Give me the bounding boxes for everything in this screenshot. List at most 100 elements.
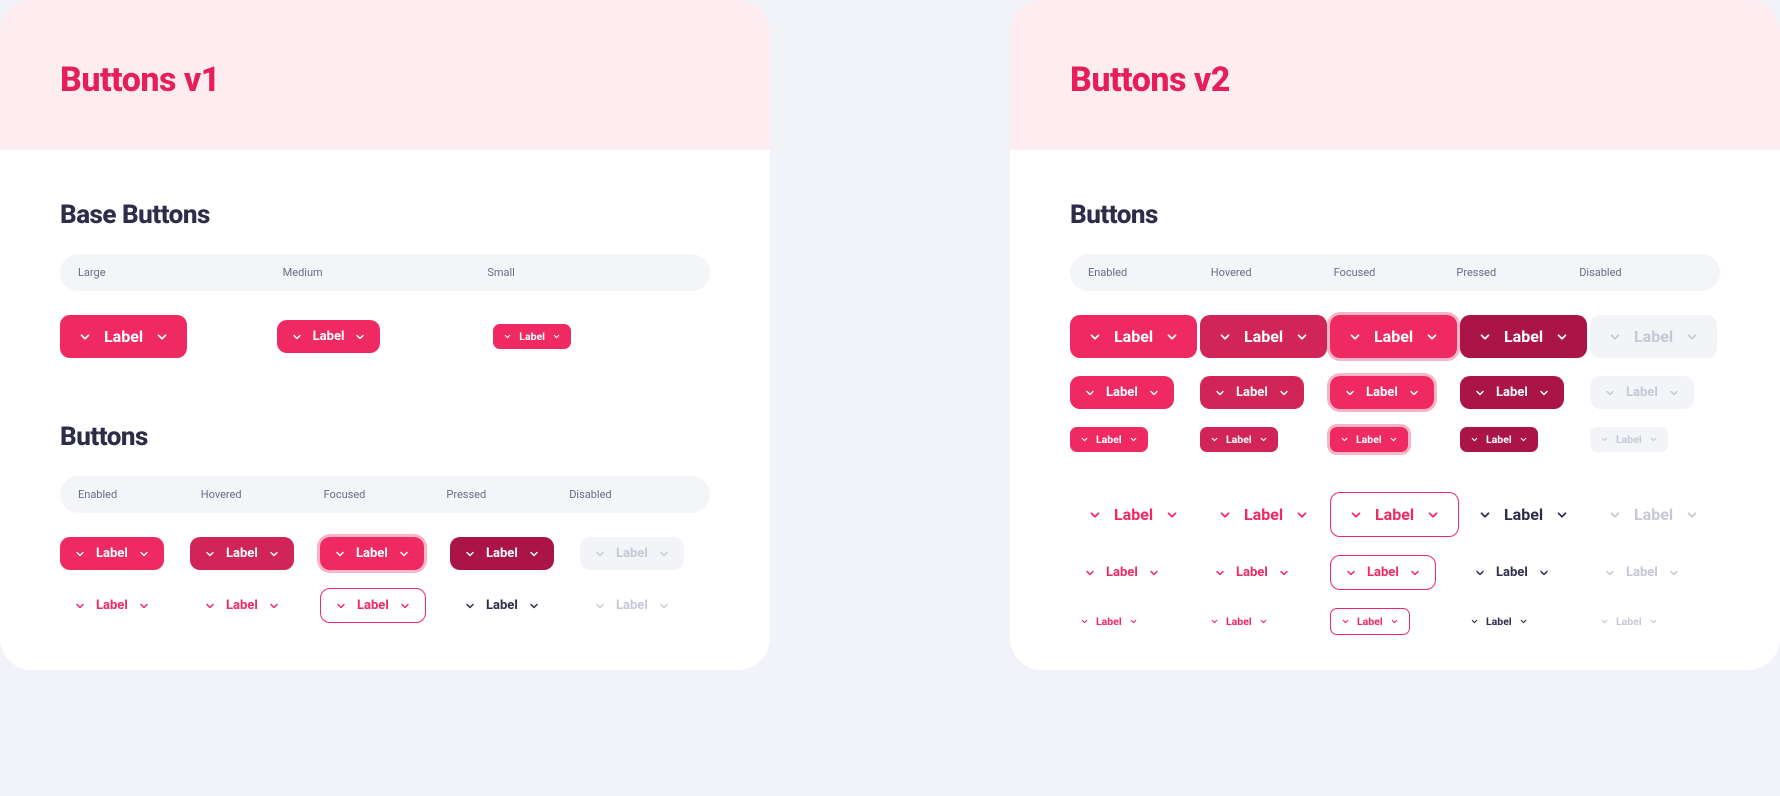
chevron-down-icon (1084, 567, 1096, 579)
filled-button-enabled[interactable]: Label (60, 537, 164, 570)
chevron-down-icon (335, 600, 347, 612)
filled-sm-pressed[interactable]: Label (1460, 427, 1538, 452)
filled-sm-focused[interactable]: Label (1330, 427, 1408, 452)
text-sm-pressed[interactable]: Label (1460, 609, 1538, 634)
base-button-medium[interactable]: Label (277, 320, 381, 353)
chevron-down-icon (1426, 508, 1440, 522)
base-button-large[interactable]: Label (60, 315, 187, 358)
button-label: Label (1367, 565, 1399, 580)
button-label: Label (1634, 505, 1673, 524)
button-label: Label (519, 330, 545, 343)
col-enabled: Enabled (1088, 266, 1211, 279)
chevron-down-icon (1470, 617, 1479, 626)
button-label: Label (1626, 565, 1658, 580)
chevron-down-icon (1538, 387, 1550, 399)
button-label: Label (1626, 385, 1658, 400)
text-md-pressed[interactable]: Label (1460, 556, 1564, 589)
text-sm-enabled[interactable]: Label (1070, 609, 1148, 634)
filled-lg-focused[interactable]: Label (1330, 315, 1457, 358)
filled-md-hovered[interactable]: Label (1200, 376, 1304, 409)
chevron-down-icon (399, 600, 411, 612)
chevron-down-icon (1604, 567, 1616, 579)
chevron-down-icon (1608, 508, 1622, 522)
chevron-down-icon (155, 330, 169, 344)
text-lg-focused[interactable]: Label (1330, 492, 1459, 537)
chevron-down-icon (1649, 617, 1658, 626)
chevron-down-icon (528, 600, 540, 612)
filled-md-focused[interactable]: Label (1330, 376, 1434, 409)
text-sm-focused[interactable]: Label (1330, 608, 1410, 635)
chevron-down-icon (1148, 567, 1160, 579)
panel-title: Buttons v2 (1070, 60, 1720, 100)
chevron-down-icon (1478, 330, 1492, 344)
chevron-down-icon (1218, 330, 1232, 344)
text-lg-hovered[interactable]: Label (1200, 493, 1327, 536)
col-medium: Medium (283, 266, 488, 279)
chevron-down-icon (1080, 435, 1089, 444)
chevron-down-icon (1080, 617, 1089, 626)
button-label: Label (1496, 385, 1528, 400)
button-label: Label (1244, 505, 1283, 524)
button-label: Label (96, 598, 128, 613)
panel-body: Buttons Enabled Hovered Focused Pressed … (1010, 150, 1780, 670)
chevron-down-icon (1519, 435, 1528, 444)
chevron-down-icon (658, 548, 670, 560)
button-label: Label (1374, 327, 1413, 346)
filled-lg-enabled[interactable]: Label (1070, 315, 1197, 358)
text-lg-enabled[interactable]: Label (1070, 493, 1197, 536)
chevron-down-icon (1608, 330, 1622, 344)
chevron-down-icon (1129, 617, 1138, 626)
chevron-down-icon (1165, 330, 1179, 344)
chevron-down-icon (1295, 330, 1309, 344)
button-label: Label (1634, 327, 1673, 346)
panel-title: Buttons v1 (60, 60, 710, 100)
text-sm-disabled: Label (1590, 609, 1668, 634)
button-label: Label (1236, 385, 1268, 400)
chevron-down-icon (1088, 330, 1102, 344)
chevron-down-icon (1649, 435, 1658, 444)
text-sm-hovered[interactable]: Label (1200, 609, 1278, 634)
button-label: Label (1226, 433, 1252, 446)
button-label: Label (313, 329, 345, 344)
filled-button-pressed[interactable]: Label (450, 537, 554, 570)
button-label: Label (486, 546, 518, 561)
button-label: Label (1496, 565, 1528, 580)
text-lg-disabled: Label (1590, 493, 1717, 536)
filled-button-hovered[interactable]: Label (190, 537, 294, 570)
filled-md-disabled: Label (1590, 376, 1694, 409)
filled-sm-enabled[interactable]: Label (1070, 427, 1148, 452)
text-button-focused[interactable]: Label (320, 588, 426, 623)
chevron-down-icon (1390, 617, 1399, 626)
chevron-down-icon (1345, 567, 1357, 579)
button-label: Label (486, 598, 518, 613)
base-button-small[interactable]: Label (493, 324, 571, 349)
text-button-hovered[interactable]: Label (190, 589, 294, 622)
col-hovered: Hovered (1211, 266, 1334, 279)
chevron-down-icon (1129, 435, 1138, 444)
chevron-down-icon (1340, 435, 1349, 444)
button-label: Label (1114, 505, 1153, 524)
chevron-down-icon (552, 332, 561, 341)
chevron-down-icon (1341, 617, 1350, 626)
chevron-down-icon (1278, 567, 1290, 579)
filled-md-pressed[interactable]: Label (1460, 376, 1564, 409)
filled-button-focused[interactable]: Label (320, 537, 424, 570)
chevron-down-icon (74, 548, 86, 560)
text-button-enabled[interactable]: Label (60, 589, 164, 622)
col-large: Large (78, 266, 283, 279)
chevron-down-icon (78, 330, 92, 344)
text-md-enabled[interactable]: Label (1070, 556, 1174, 589)
chevron-down-icon (1214, 387, 1226, 399)
button-label: Label (1106, 385, 1138, 400)
text-md-focused[interactable]: Label (1330, 555, 1436, 590)
filled-lg-pressed[interactable]: Label (1460, 315, 1587, 358)
chevron-down-icon (1685, 508, 1699, 522)
text-lg-pressed[interactable]: Label (1460, 493, 1587, 536)
filled-md-enabled[interactable]: Label (1070, 376, 1174, 409)
filled-lg-hovered[interactable]: Label (1200, 315, 1327, 358)
col-enabled: Enabled (78, 488, 201, 501)
text-button-pressed[interactable]: Label (450, 589, 554, 622)
filled-sm-hovered[interactable]: Label (1200, 427, 1278, 452)
button-label: Label (1616, 433, 1642, 446)
text-md-hovered[interactable]: Label (1200, 556, 1304, 589)
